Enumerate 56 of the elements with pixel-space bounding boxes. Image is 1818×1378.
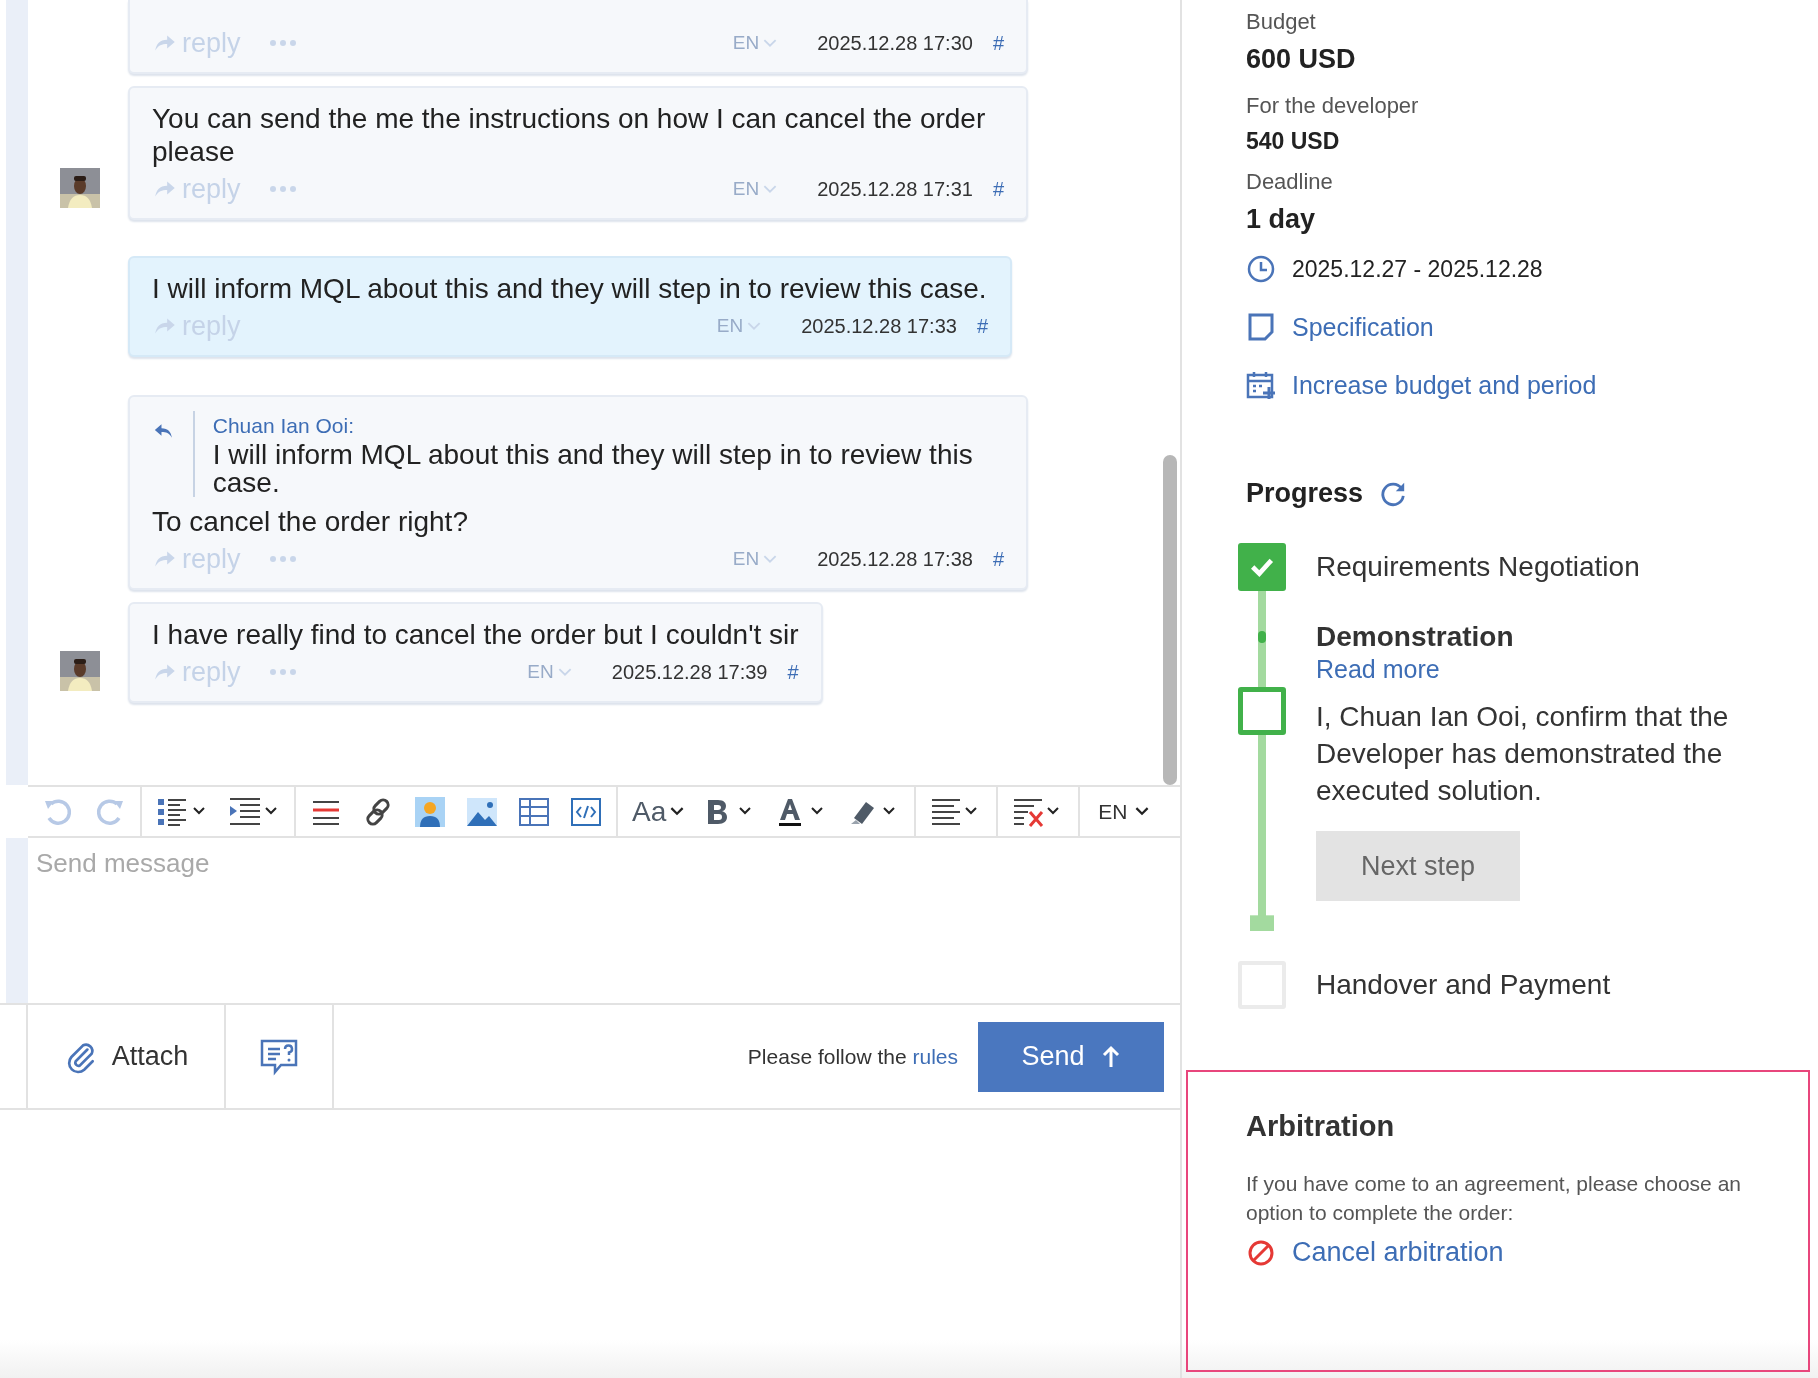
message-text: I have really find to cancel the order but I couldn't sir	[152, 618, 799, 651]
confirmation-text: I, Chuan Ian Ooi, confirm that the Developer has demonstrated the executed solution.	[1316, 700, 1730, 808]
arrow-up-icon	[1100, 1044, 1121, 1069]
send-button[interactable]: Send	[978, 1021, 1164, 1092]
table-icon[interactable]	[518, 795, 550, 828]
arbitration-text: If you have come to an agreement, please choose an option to complete the order:	[1246, 1171, 1742, 1226]
document-icon	[1246, 312, 1276, 342]
increase-budget-link[interactable]: Increase budget and period	[1292, 370, 1597, 400]
step-title: Handover and Payment	[1316, 969, 1611, 1001]
attach-button[interactable]: Attach	[26, 1005, 226, 1108]
caret-icon	[557, 667, 572, 677]
caret-icon	[763, 38, 778, 48]
calendar-plus-icon	[1246, 370, 1276, 400]
quote-author[interactable]: Chuan Ian Ooi:	[212, 411, 1004, 441]
quote-text: I will inform MQL about this and they will step in to review this case.	[212, 441, 974, 497]
message-time: 2025.12.28 17:39	[611, 660, 768, 684]
progress-title: Progress	[1246, 478, 1364, 509]
message-time: 2025.12.28 17:33	[801, 314, 957, 338]
budget-value: 600 USD	[1246, 43, 1357, 76]
message-link[interactable]: #	[992, 31, 1004, 55]
message-text: I will inform MQL about this and they will step in to review this case.	[152, 272, 988, 305]
arbitration-title: Arbitration	[1246, 1110, 1396, 1143]
caret-icon	[747, 321, 762, 331]
caret-icon	[763, 184, 778, 194]
deadline-value: 1 day	[1246, 203, 1317, 236]
step-title: Requirements Negotiation	[1316, 551, 1640, 583]
message-time: 2025.12.28 17:30	[817, 31, 973, 55]
message-link[interactable]: #	[976, 314, 988, 338]
image-icon[interactable]	[466, 795, 498, 828]
message-time: 2025.12.28 17:38	[817, 547, 973, 571]
rules-notice: Please follow the rules	[747, 1044, 958, 1069]
caret-icon	[763, 554, 778, 564]
language-dropdown[interactable]: EN	[1094, 799, 1154, 824]
font-size-dropdown[interactable]: Aa	[632, 795, 685, 828]
specification-link[interactable]: Specification	[1292, 312, 1434, 342]
field-label: For the developer	[1246, 92, 1420, 120]
message-time: 2025.12.28 17:31	[817, 177, 973, 201]
rules-link[interactable]: rules	[912, 1044, 958, 1068]
field-label: Deadline	[1246, 168, 1334, 196]
developer-amount: 540 USD	[1246, 127, 1341, 156]
caret-icon	[670, 807, 685, 816]
message-text: To cancel the order right?	[152, 505, 469, 538]
field-label: Budget	[1246, 8, 1317, 36]
cancel-arbitration-link[interactable]: Cancel arbitration	[1292, 1237, 1504, 1268]
date-range: 2025.12.27 - 2025.12.28	[1292, 255, 1543, 283]
message-text: You can send the me the instructions on how I can cancel the order please	[152, 102, 987, 168]
message-link[interactable]: #	[787, 660, 799, 684]
message-link[interactable]: #	[992, 177, 1004, 201]
user-icon[interactable]	[414, 795, 446, 828]
code-icon[interactable]	[570, 795, 602, 828]
caret-icon	[1135, 807, 1150, 816]
message-link[interactable]: #	[992, 547, 1004, 571]
scrollbar-thumb[interactable]	[1163, 455, 1177, 785]
step-title: Demonstration	[1316, 621, 1515, 653]
indent-icon[interactable]	[228, 795, 280, 828]
clock-icon	[1246, 254, 1276, 284]
